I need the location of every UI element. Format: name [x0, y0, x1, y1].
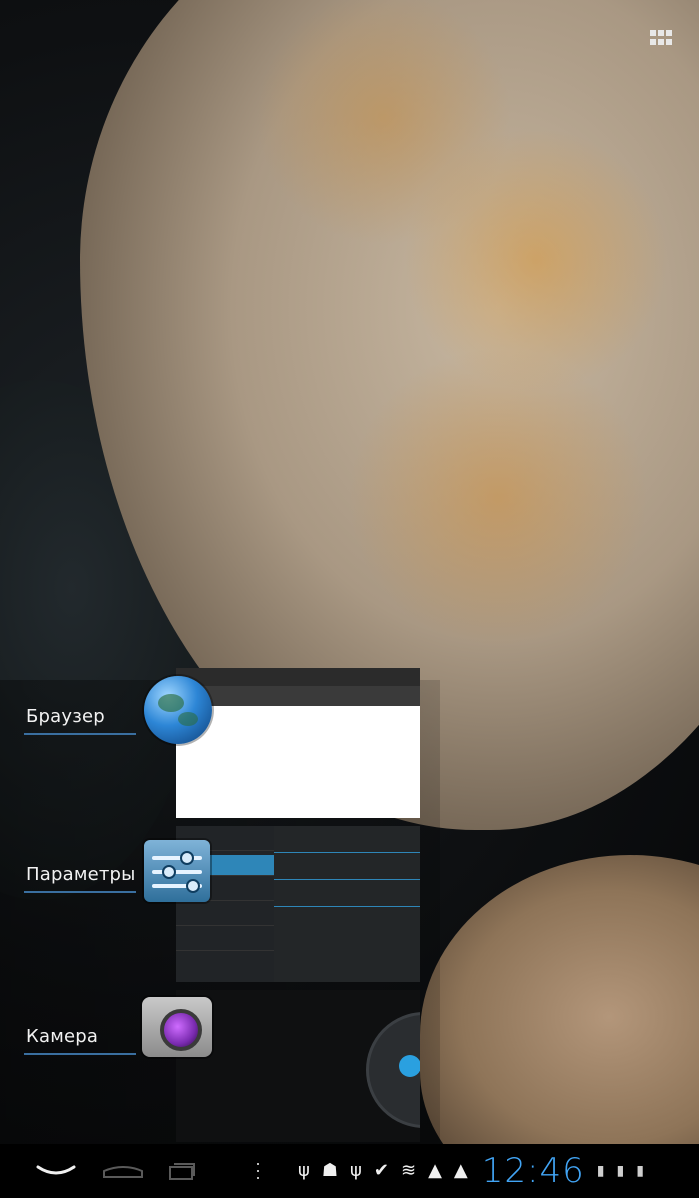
recent-thumbnail-browser[interactable] [176, 668, 420, 818]
grid-dot [650, 39, 656, 45]
camera-icon[interactable] [142, 997, 212, 1057]
warning-icon: ▲ [428, 1160, 442, 1181]
browser-thumbnail-titlebar [176, 668, 420, 686]
back-button[interactable] [34, 1156, 78, 1186]
recent-app-underline [24, 891, 136, 893]
recent-app-label-camera[interactable]: Камера [26, 1026, 98, 1047]
camera-thumbnail-shutter [399, 1055, 420, 1077]
browser-thumbnail-addressbar [176, 686, 420, 706]
settings-icon-knob [180, 851, 194, 865]
settings-icon-knob [186, 879, 200, 893]
wallpaper: Браузер Параметры Камера [0, 0, 699, 1144]
recents-icon [169, 1163, 195, 1180]
grid-dot [650, 30, 656, 36]
grid-dot [658, 39, 664, 45]
globe-icon[interactable] [144, 676, 212, 744]
settings-thumbnail-row [176, 930, 274, 951]
chat-icon: ✔ [373, 1160, 389, 1181]
recent-app-label-settings[interactable]: Параметры [26, 864, 136, 885]
battery-icon: ▮ [636, 1163, 644, 1179]
settings-thumbnail-section-header [274, 834, 420, 853]
settings-thumbnail-content [274, 826, 420, 982]
grid-dot [658, 30, 664, 36]
recent-app-label-browser[interactable]: Браузер [26, 706, 105, 727]
android-debug-icon: ☗ [321, 1160, 339, 1181]
sim-icon: ▮ [616, 1163, 625, 1179]
settings-thumbnail-section-header [274, 888, 420, 907]
settings-thumbnail-section-header [274, 861, 420, 880]
wifi-icon: ≋ [400, 1160, 417, 1181]
grid-dot [666, 30, 672, 36]
recents-button[interactable] [164, 1156, 198, 1186]
settings-icon-slider [152, 856, 202, 860]
menu-dots-icon [257, 1163, 259, 1179]
settings-icon-slider [152, 870, 202, 874]
back-icon [36, 1165, 76, 1175]
menu-button[interactable] [252, 1156, 264, 1186]
usb-icon: ψ [298, 1160, 310, 1181]
recent-thumbnail-camera[interactable] [176, 990, 420, 1142]
home-button[interactable] [96, 1156, 150, 1186]
home-icon [103, 1166, 143, 1178]
clock[interactable]: 12:46 [482, 1151, 585, 1191]
settings-sliders-icon[interactable] [144, 840, 210, 902]
settings-thumbnail-row [176, 905, 274, 926]
app-drawer-grid-icon[interactable] [650, 30, 672, 46]
warning-icon: ▲ [453, 1160, 468, 1181]
grid-dot [666, 39, 672, 45]
settings-icon-knob [162, 865, 176, 879]
camera-thumbnail-dial [366, 1012, 420, 1128]
recent-thumbnail-settings[interactable] [176, 826, 420, 982]
usb-icon: ψ [350, 1160, 362, 1181]
recent-app-underline [24, 1053, 136, 1055]
camera-lens [160, 1009, 202, 1051]
sim-icon: ▮ [596, 1163, 605, 1179]
wallpaper-stone-bottom [420, 855, 699, 1144]
status-area[interactable]: ψ ☗ ψ ✔ ≋ ▲ ▲ 12:46 ▮ ▮ ▮ [298, 1144, 699, 1198]
recent-app-underline [24, 733, 136, 735]
